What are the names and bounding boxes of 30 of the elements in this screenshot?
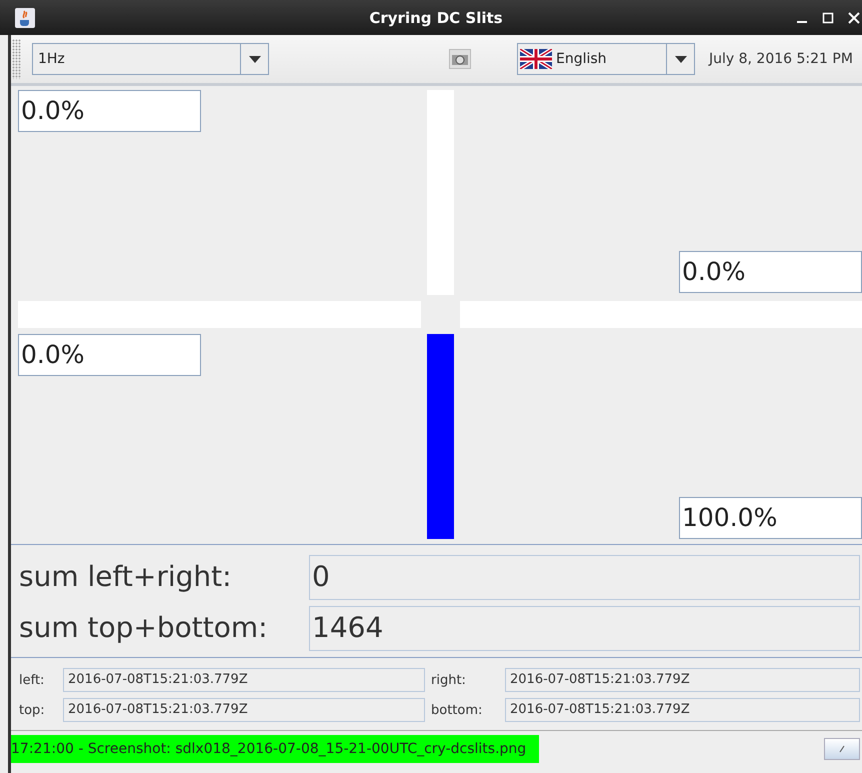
timestamp-field: 2016-07-08T15:21:03.779Z <box>63 698 425 722</box>
flag-icon <box>520 49 552 69</box>
sum-field: 0 <box>309 555 860 600</box>
camera-icon[interactable] <box>449 49 471 69</box>
toolbar-grip[interactable] <box>12 39 21 79</box>
percent-field: 100.0% <box>679 497 862 539</box>
slash-icon <box>838 745 846 753</box>
timestamp-field: 2016-07-08T15:21:03.779Z <box>505 698 860 722</box>
rate-dropdown[interactable]: 1Hz <box>32 43 269 75</box>
percent-field: 0.0% <box>18 334 201 376</box>
timestamp-field: 2016-07-08T15:21:03.779Z <box>63 668 425 692</box>
percent-field: 0.0% <box>679 251 862 293</box>
close-icon[interactable] <box>848 12 860 24</box>
maximize-icon[interactable] <box>822 12 834 24</box>
sum-label: sum top+bottom: <box>19 610 269 646</box>
timestamp-label: left: <box>19 672 46 688</box>
timestamp-label: bottom: <box>431 702 484 718</box>
caret-icon <box>248 56 260 62</box>
timestamp-label: top: <box>19 702 46 718</box>
date-time: July 8, 2016 5:21 PM <box>709 51 853 67</box>
sum-label: sum left+right: <box>19 559 233 595</box>
percent-field: 0.0% <box>18 90 201 132</box>
timestamp-field: 2016-07-08T15:21:03.779Z <box>505 668 860 692</box>
window-title: Cryring DC Slits <box>368 8 503 26</box>
sum-field: 1464 <box>309 606 860 651</box>
status-message: 17:21:00 - Screenshot: sdlx018_2016-07-08_15-21-00UTC_cry-dcslits.png <box>11 735 540 763</box>
caret-icon <box>674 56 686 62</box>
language-dropdown[interactable]: English <box>517 43 695 75</box>
timestamp-label: right: <box>431 672 467 688</box>
cup-icon <box>14 6 36 28</box>
